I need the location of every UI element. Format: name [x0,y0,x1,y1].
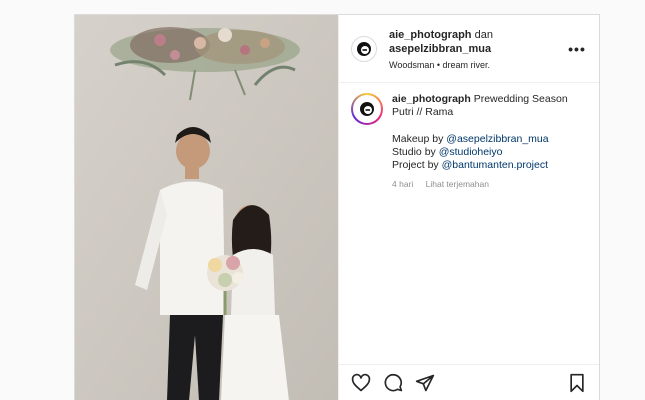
collaborator-link[interactable]: asepelzibbran_mua [389,43,491,55]
logo-icon [357,41,371,56]
studio-credit: Studio by @studioheiyo [392,146,568,159]
avatar[interactable] [351,35,377,62]
conjunction-text: dan [474,28,493,41]
caption-credits: Makeup by @asepelzibbran_mua Studio by @… [392,133,568,172]
studio-mention-link[interactable]: @studioheiyo [439,146,503,158]
makeup-mention-link[interactable]: @asepelzibbran_mua [446,133,548,145]
post-time[interactable]: 4 hari [392,179,413,189]
post-photo[interactable] [75,15,338,400]
caption-title-line2: Putri // Rama [392,106,454,118]
username-link[interactable]: aie_photograph [389,29,472,41]
caption-title: aie_photograph Prewedding Season Putri /… [392,93,568,119]
makeup-credit: Makeup by @asepelzibbran_mua [392,133,568,146]
caption-body: aie_photograph Prewedding Season Putri /… [392,93,568,191]
action-bar [339,364,599,400]
comments-area [339,201,599,364]
page: aie_photograph dan asepelzibbran_mua Woo… [0,0,645,400]
project-mention-link[interactable]: @bantumanten.project [442,159,548,171]
caption-title-line1: Prewedding Season [473,93,568,105]
caption: aie_photograph Prewedding Season Putri /… [339,83,599,201]
caption-username[interactable]: aie_photograph [392,93,471,105]
share-icon[interactable] [415,373,435,393]
project-credit: Project by @bantumanten.project [392,159,568,172]
instagram-post: aie_photograph dan asepelzibbran_mua Woo… [74,14,600,400]
post-header: aie_photograph dan asepelzibbran_mua Woo… [339,15,599,83]
logo-icon [360,102,374,116]
header-text: aie_photograph dan asepelzibbran_mua Woo… [389,28,567,70]
header-usernames: aie_photograph dan asepelzibbran_mua [389,28,567,56]
bookmark-icon[interactable] [567,373,587,393]
location-link[interactable]: Woodsman • dream river. [389,60,567,70]
post-sidebar: aie_photograph dan asepelzibbran_mua Woo… [338,15,599,400]
makeup-label: Makeup by [392,133,444,145]
project-label: Project by [392,159,439,171]
heart-icon[interactable] [351,373,371,393]
caption-avatar[interactable] [351,93,383,125]
caption-meta: 4 hari Lihat terjemahan [392,178,568,191]
translate-link[interactable]: Lihat terjemahan [426,179,489,189]
studio-label: Studio by [392,146,436,158]
avatar-inner [353,95,381,123]
prewedding-photo [75,15,338,400]
more-options-icon[interactable]: ••• [567,41,587,57]
comment-icon[interactable] [383,373,403,393]
